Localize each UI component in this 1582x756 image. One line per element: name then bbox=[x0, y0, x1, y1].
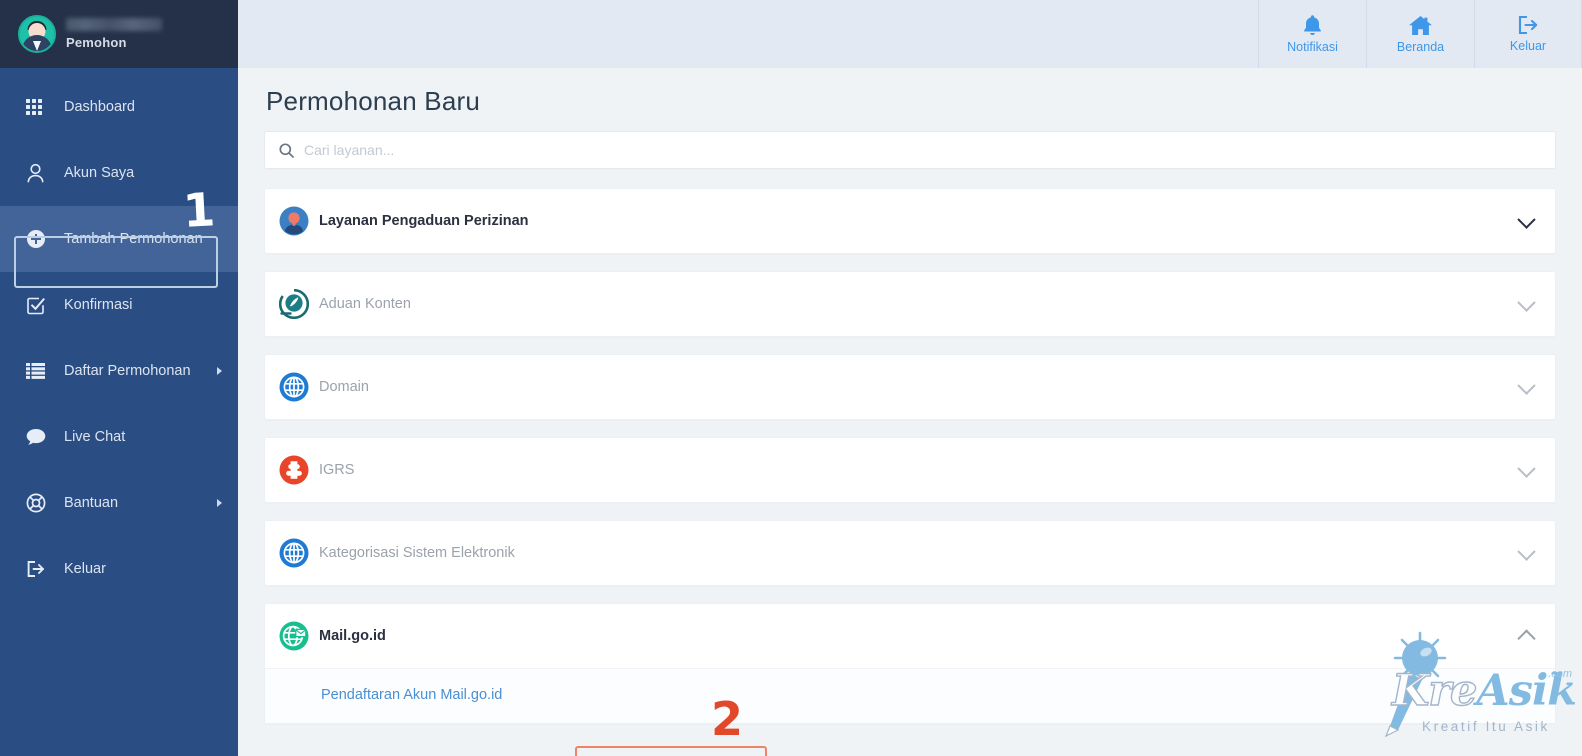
service-header-igrs[interactable]: IGRS bbox=[265, 438, 1555, 502]
sidebar-menu: Dashboard Akun Saya Tambah Permohonan Ko… bbox=[0, 68, 238, 602]
chevron-down-icon[interactable] bbox=[1517, 210, 1536, 229]
service-name: Kategorisasi Sistem Elektronik bbox=[319, 545, 515, 561]
annotation-number-2: 2 bbox=[711, 692, 744, 746]
service-name: Domain bbox=[319, 379, 369, 395]
home-icon bbox=[1409, 15, 1432, 36]
service-name: Aduan Konten bbox=[319, 296, 411, 312]
service-header-kategorisasi-sistem-elektronik[interactable]: Kategorisasi Sistem Elektronik bbox=[265, 521, 1555, 585]
service-header-layanan-pengaduan-perizinan[interactable]: Layanan Pengaduan Perizinan bbox=[265, 189, 1555, 253]
app-root: Pemohon Dashboard Akun Saya Tambah Permo… bbox=[0, 0, 1582, 756]
lifebuoy-icon bbox=[26, 493, 52, 513]
chevron-up-icon[interactable] bbox=[1517, 629, 1536, 648]
logout-icon bbox=[26, 560, 52, 578]
page-title: Permohonan Baru bbox=[266, 86, 481, 116]
chevron-down-icon[interactable] bbox=[1517, 293, 1536, 312]
swirl-shield-icon bbox=[279, 289, 309, 319]
user-role-label: Pemohon bbox=[66, 35, 127, 50]
sidebar-item-label: Keluar bbox=[64, 561, 106, 577]
globe-blue-icon bbox=[279, 538, 309, 568]
annotation-box-step2 bbox=[575, 746, 767, 756]
avatar bbox=[18, 15, 56, 53]
brand-text: Pemohon bbox=[66, 18, 162, 50]
topbar-button-beranda[interactable]: Beranda bbox=[1366, 0, 1474, 68]
sidebar-item-daftar-permohonan[interactable]: Daftar Permohonan bbox=[0, 338, 238, 404]
topbar-button-label: Notifikasi bbox=[1287, 40, 1338, 54]
topbar: Notifikasi Beranda Keluar bbox=[238, 0, 1582, 68]
topbar-button-label: Keluar bbox=[1509, 39, 1547, 53]
service-card: Domain bbox=[264, 354, 1556, 420]
sidebar-item-konfirmasi[interactable]: Konfirmasi bbox=[0, 272, 238, 338]
chevron-down-icon[interactable] bbox=[1517, 459, 1536, 478]
annotation-number-1: 1 bbox=[181, 182, 217, 238]
globe-mail-green-icon bbox=[279, 621, 309, 651]
sidebar: Pemohon Dashboard Akun Saya Tambah Permo… bbox=[0, 0, 238, 756]
sidebar-item-bantuan[interactable]: Bantuan bbox=[0, 470, 238, 536]
sidebar-item-dashboard[interactable]: Dashboard bbox=[0, 74, 238, 140]
sidebar-item-label: Bantuan bbox=[64, 495, 119, 511]
topbar-button-notifikasi[interactable]: Notifikasi bbox=[1258, 0, 1366, 68]
topbar-button-label: Beranda bbox=[1396, 39, 1445, 54]
main-region: Notifikasi Beranda Keluar Permohonan Bar… bbox=[238, 0, 1582, 756]
chat-icon bbox=[26, 428, 52, 446]
globe-blue-icon bbox=[279, 372, 309, 402]
service-card: Mail.go.id Pendaftaran Akun Mail.go.id bbox=[264, 603, 1556, 724]
username-blurred bbox=[66, 18, 162, 31]
sidebar-item-label: Daftar Permohonan bbox=[64, 363, 191, 379]
service-card: Kategorisasi Sistem Elektronik bbox=[264, 520, 1556, 586]
plus-circle-icon bbox=[26, 229, 52, 249]
logout-icon bbox=[1517, 15, 1539, 35]
sidebar-item-label: Akun Saya bbox=[64, 165, 135, 181]
sidebar-item-label: Tambah Permohonan bbox=[64, 231, 203, 247]
chevron-right-icon bbox=[217, 499, 222, 507]
sidebar-item-label: Dashboard bbox=[64, 99, 135, 115]
sidebar-item-live-chat[interactable]: Live Chat bbox=[0, 404, 238, 470]
service-accordion-list: Layanan Pengaduan Perizinan Aduan Konten… bbox=[264, 188, 1556, 724]
sidebar-item-label: Konfirmasi bbox=[64, 297, 133, 313]
service-body-mail-go-id: Pendaftaran Akun Mail.go.id bbox=[265, 668, 1555, 723]
chevron-down-icon[interactable] bbox=[1517, 376, 1536, 395]
search-icon bbox=[279, 142, 294, 158]
chevron-down-icon[interactable] bbox=[1517, 542, 1536, 561]
sidebar-item-label: Live Chat bbox=[64, 429, 126, 445]
chevron-right-icon bbox=[217, 367, 222, 375]
service-card: IGRS bbox=[264, 437, 1556, 503]
check-box-icon bbox=[26, 296, 52, 315]
service-card: Layanan Pengaduan Perizinan bbox=[264, 188, 1556, 254]
user-icon bbox=[26, 163, 52, 183]
grid-icon bbox=[26, 98, 52, 116]
bell-icon bbox=[1302, 14, 1323, 36]
topbar-button-keluar[interactable]: Keluar bbox=[1474, 0, 1582, 68]
puzzle-red-icon bbox=[279, 455, 309, 485]
service-name: Layanan Pengaduan Perizinan bbox=[319, 213, 529, 229]
service-name: IGRS bbox=[319, 462, 355, 478]
service-header-mail-go-id[interactable]: Mail.go.id bbox=[265, 604, 1555, 668]
content-area: Permohonan Baru Cari layanan... Layanan … bbox=[238, 68, 1582, 756]
search-bar[interactable] bbox=[264, 131, 1556, 169]
service-name: Mail.go.id bbox=[319, 628, 386, 644]
sidebar-brand: Pemohon bbox=[0, 0, 238, 68]
service-header-domain[interactable]: Domain bbox=[265, 355, 1555, 419]
sidebar-item-keluar[interactable]: Keluar bbox=[0, 536, 238, 602]
service-card: Aduan Konten bbox=[264, 271, 1556, 337]
list-icon bbox=[26, 363, 52, 379]
service-header-aduan-konten[interactable]: Aduan Konten bbox=[265, 272, 1555, 336]
search-input[interactable] bbox=[304, 142, 1541, 158]
service-link-pendaftaran-akun-mail-go-id[interactable]: Pendaftaran Akun Mail.go.id bbox=[321, 685, 502, 705]
agent-avatar-icon bbox=[279, 206, 309, 236]
